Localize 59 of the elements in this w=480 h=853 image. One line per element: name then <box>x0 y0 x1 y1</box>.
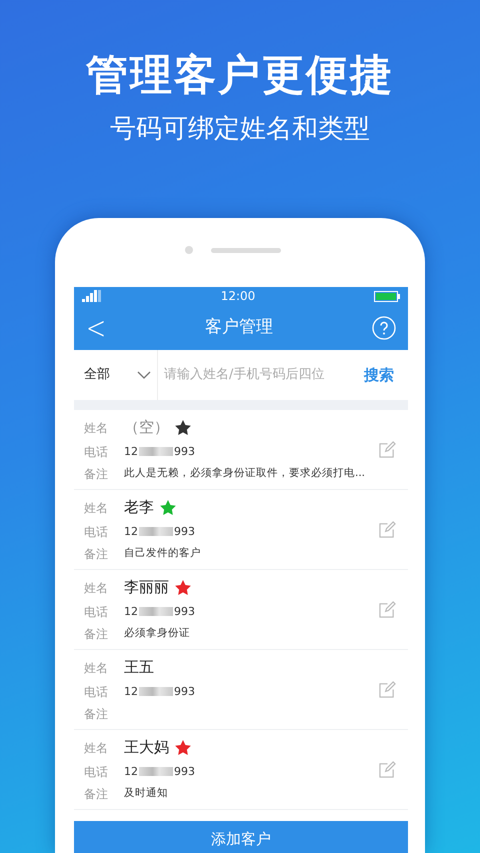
customer-row[interactable]: 姓名 王五 电话 12 993 备注 <box>74 650 408 730</box>
help-icon[interactable] <box>372 316 396 340</box>
blurred-digits <box>139 687 173 696</box>
battery-icon <box>374 290 400 302</box>
edit-icon[interactable] <box>379 521 396 538</box>
field-label: 电话 <box>84 604 109 621</box>
field-label: 电话 <box>84 524 109 541</box>
signal-icon <box>82 290 102 302</box>
edit-icon[interactable] <box>379 681 396 698</box>
customer-row[interactable]: 姓名 王大妈 电话 12 993 备注 及时通知 <box>74 730 408 810</box>
camera-dot <box>185 246 193 254</box>
customer-name: 李丽丽 <box>124 577 169 598</box>
blurred-digits <box>139 607 173 616</box>
phone-prefix: 12 <box>124 524 138 540</box>
customer-note: 及时通知 <box>124 786 169 801</box>
field-label: 备注 <box>84 626 109 643</box>
field-label: 备注 <box>84 786 109 803</box>
field-label: 电话 <box>84 684 109 701</box>
field-label: 电话 <box>84 764 109 781</box>
field-label: 姓名 <box>84 660 109 676</box>
blurred-digits <box>139 767 173 776</box>
phone-prefix: 12 <box>124 764 138 780</box>
screen-title: 客户管理 <box>205 316 274 339</box>
headline: 管理客户更便捷 <box>84 49 395 100</box>
phone-suffix: 993 <box>174 684 195 700</box>
field-label: 姓名 <box>84 420 109 436</box>
blurred-digits <box>139 527 173 536</box>
field-label: 备注 <box>84 706 109 723</box>
customer-note: 必须拿身份证 <box>124 626 191 641</box>
customer-name: 王大妈 <box>124 737 169 758</box>
field-label: 姓名 <box>84 740 109 756</box>
field-label: 姓名 <box>84 580 109 596</box>
field-label: 备注 <box>84 466 109 483</box>
phone-suffix: 993 <box>174 444 195 460</box>
edit-icon[interactable] <box>379 761 396 778</box>
edit-icon[interactable] <box>379 601 396 618</box>
edit-icon[interactable] <box>379 441 396 458</box>
customer-name: （空） <box>124 417 169 438</box>
phone-prefix: 12 <box>124 604 138 620</box>
customer-row[interactable]: 姓名 （空） 电话 12 993 备注 此人是无赖，必须拿身份证取件，要求必须打电... <box>74 410 408 490</box>
customer-name: 王五 <box>124 657 154 678</box>
field-label: 电话 <box>84 444 109 461</box>
field-label: 姓名 <box>84 500 109 516</box>
customer-name: 老李 <box>124 497 154 518</box>
customer-row[interactable]: 姓名 李丽丽 电话 12 993 备注 必须拿身份证 <box>74 570 408 650</box>
customer-note: 自己发件的客户 <box>124 546 202 561</box>
chevron-icon <box>137 371 151 379</box>
speaker-slot <box>211 248 281 253</box>
phone-prefix: 12 <box>124 684 138 700</box>
blurred-digits <box>139 447 173 456</box>
phone-suffix: 993 <box>174 524 195 540</box>
status-time: 12:00 <box>220 288 256 305</box>
field-label: 备注 <box>84 546 109 563</box>
phone-prefix: 12 <box>124 444 138 460</box>
subheadline: 号码可绑定姓名和类型 <box>109 114 371 146</box>
phone-suffix: 993 <box>174 764 195 780</box>
phone-suffix: 993 <box>174 604 195 620</box>
customer-note: 此人是无赖，必须拿身份证取件，要求必须打电... <box>124 466 366 481</box>
customer-row[interactable]: 姓名 老李 电话 12 993 备注 自己发件的客户 <box>74 490 408 570</box>
